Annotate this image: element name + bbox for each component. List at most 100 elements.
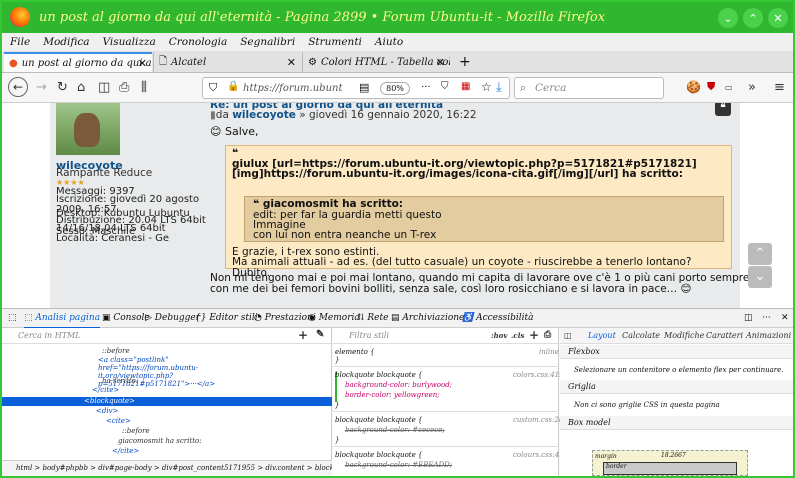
devtools-menu-icon[interactable]: ··· bbox=[762, 313, 771, 323]
ublock-icon[interactable]: ⛊ bbox=[707, 80, 715, 94]
extension-cookie-icon[interactable]: 🍪 bbox=[686, 80, 701, 94]
markup-line[interactable]: <cite> bbox=[106, 417, 131, 425]
tab-label: Rete bbox=[367, 313, 389, 323]
rule-prop-overridden[interactable]: background-color: #cecece; bbox=[345, 426, 445, 434]
dock-icon[interactable]: ◫ bbox=[744, 313, 753, 323]
page-actions-button[interactable]: ··· bbox=[421, 82, 431, 93]
rule-selector: elemento { bbox=[335, 348, 375, 356]
markup-line[interactable]: ::before bbox=[122, 427, 150, 435]
post-author[interactable]: wilecoyote bbox=[232, 109, 296, 121]
overflow-menu-icon[interactable]: » bbox=[748, 80, 756, 95]
tab-animations[interactable]: Animazioni bbox=[746, 331, 791, 340]
tab-accessibility[interactable]: ♿ Accessibilità bbox=[462, 313, 533, 323]
smile-icon: 😊 bbox=[210, 125, 222, 138]
tab-forum[interactable]: ● un post al giorno da qui all'e ✕ bbox=[4, 52, 152, 72]
minimize-button[interactable]: ⌄ bbox=[718, 8, 738, 28]
print-icon[interactable]: ⎙ bbox=[119, 80, 129, 95]
tab-performance[interactable]: ◔ Prestazioni bbox=[254, 313, 316, 323]
rule-prop[interactable]: border-color: yellowgreen; bbox=[345, 391, 440, 399]
add-node-icon[interactable]: + bbox=[298, 328, 308, 342]
forward-button[interactable]: → bbox=[36, 80, 47, 95]
html-search-input[interactable]: Cerca in HTML + ✎ bbox=[2, 328, 331, 344]
new-tab-button[interactable]: + bbox=[454, 52, 476, 72]
element-picker-icon[interactable]: ⬚ bbox=[8, 313, 17, 323]
menu-modifica[interactable]: Modifica bbox=[43, 36, 89, 48]
home-icon[interactable]: ⌂ bbox=[77, 80, 85, 95]
tab-label: Analisi pagina bbox=[35, 313, 101, 323]
tab-network[interactable]: ⇅ Rete bbox=[357, 313, 388, 323]
close-window-button[interactable]: ✕ bbox=[768, 8, 788, 28]
sidebar-toggle-icon[interactable]: ◫ bbox=[564, 331, 572, 340]
gear-favicon-icon: ⚙ bbox=[308, 56, 317, 68]
hov-button[interactable]: :hov bbox=[491, 331, 507, 340]
quote1-author: giulux [url=https://forum.ubuntu-it.org/… bbox=[232, 157, 697, 180]
menu-file[interactable]: File bbox=[10, 36, 30, 48]
eyedropper-icon[interactable]: ✎ bbox=[316, 329, 324, 340]
markup-line-selected[interactable]: <blockquote> bbox=[84, 397, 135, 405]
flag-icon[interactable]: ▦ bbox=[461, 81, 470, 92]
scroll-down-button[interactable]: ⌄ bbox=[748, 266, 772, 288]
url-bar[interactable]: ⛉ 🔒 https://forum.ubuntu-it.org/viewtopi… bbox=[202, 77, 510, 99]
extension-icon[interactable]: ▭ bbox=[725, 83, 733, 92]
tab-debugger[interactable]: ▷ Debugger bbox=[145, 313, 200, 323]
cls-button[interactable]: .cls bbox=[511, 331, 524, 340]
tab-alcatel[interactable]: 🗋 Alcatel ✕ bbox=[153, 52, 301, 72]
markup-line[interactable]: giacomosmit ha scritto: bbox=[118, 437, 202, 445]
tab-storage[interactable]: ▤ Archiviazione bbox=[391, 313, 464, 323]
close-tab-icon[interactable]: ✕ bbox=[287, 56, 296, 69]
tab-changes[interactable]: Modifiche bbox=[664, 331, 704, 340]
ubuntu-favicon-icon: ● bbox=[9, 57, 18, 69]
menu-segnalibri[interactable]: Segnalibri bbox=[240, 36, 295, 48]
markup-line[interactable]: </cite> bbox=[92, 386, 119, 394]
margin-value[interactable]: 18.2667 bbox=[661, 452, 686, 459]
close-tab-icon[interactable]: ✕ bbox=[436, 56, 445, 69]
rule-source[interactable]: colors.css:419 bbox=[513, 371, 564, 379]
screenshot-icon[interactable]: ◫ bbox=[98, 80, 110, 95]
menu-cronologia[interactable]: Cronologia bbox=[169, 36, 227, 48]
quote-button[interactable]: ❝ bbox=[715, 103, 731, 116]
markup-line[interactable]: ::before bbox=[102, 347, 130, 355]
tab-computed[interactable]: Calcolate bbox=[622, 331, 660, 340]
tab-colori[interactable]: ⚙ Colori HTML - Tabella colori ✕ bbox=[302, 52, 450, 72]
tab-style-editor[interactable]: {} Editor stili bbox=[195, 313, 258, 323]
download-icon[interactable]: ⤓ bbox=[496, 80, 502, 95]
maximize-button[interactable]: ⌃ bbox=[743, 8, 763, 28]
pocket-icon[interactable]: ⛉ bbox=[441, 81, 449, 92]
print-media-icon[interactable]: ⎙ bbox=[544, 330, 551, 340]
menu-visualizza[interactable]: Visualizza bbox=[103, 36, 156, 48]
markup-line[interactable]: <div> bbox=[96, 407, 118, 415]
tab-memory[interactable]: ◉ Memoria bbox=[308, 313, 360, 323]
add-rule-icon[interactable]: + bbox=[529, 328, 539, 342]
quote1-header: ❝ giulux [url=https://forum.ubuntu-it.org… bbox=[232, 148, 722, 180]
bookmark-star-icon[interactable]: ☆ bbox=[481, 80, 492, 94]
firefox-window: un post al giorno da qui all'eternità - … bbox=[0, 0, 795, 478]
markup-line[interactable]: ha scritto: bbox=[102, 377, 138, 385]
boxmodel-section-header[interactable]: Box model bbox=[560, 416, 793, 430]
hamburger-menu-icon[interactable]: ≡ bbox=[774, 80, 785, 95]
grid-section-header[interactable]: Griglia bbox=[560, 380, 793, 394]
tab-layout[interactable]: Layout bbox=[588, 331, 616, 340]
reader-icon[interactable]: ▤ bbox=[359, 81, 369, 94]
filter-styles-input[interactable]: Filtra stili :hov .cls + ⎙ bbox=[333, 328, 558, 344]
back-button[interactable]: ← bbox=[8, 77, 28, 97]
tab-fonts[interactable]: Caratteri bbox=[706, 331, 743, 340]
rule-prop-overridden[interactable]: background-color: #EBEADD; bbox=[345, 461, 452, 469]
tab-inspector[interactable]: ⬚ Analisi pagina bbox=[24, 313, 101, 329]
rule-prop[interactable]: background-color: burlywood; bbox=[345, 381, 452, 389]
zoom-indicator[interactable]: 80% bbox=[380, 82, 410, 95]
reload-icon[interactable]: ↻ bbox=[57, 80, 68, 95]
close-devtools-icon[interactable]: ✕ bbox=[781, 313, 789, 323]
rule-source[interactable]: inline bbox=[539, 348, 559, 356]
search-input[interactable]: ⌕ Cerca bbox=[514, 77, 664, 99]
close-tab-icon[interactable]: ✕ bbox=[138, 57, 147, 70]
selected-node[interactable] bbox=[2, 397, 332, 406]
menu-strumenti[interactable]: Strumenti bbox=[308, 36, 362, 48]
flexbox-section-header[interactable]: Flexbox bbox=[560, 345, 793, 359]
markup-line[interactable]: </cite> bbox=[112, 447, 139, 455]
menu-aiuto[interactable]: Aiuto bbox=[375, 36, 403, 48]
breadcrumb[interactable]: html > body#phpbb > div#page-body > div#… bbox=[2, 460, 332, 476]
tab-console[interactable]: ▣ Console bbox=[102, 313, 150, 323]
scroll-up-button[interactable]: ⌃ bbox=[748, 243, 772, 265]
library-icon[interactable]: ⫼ bbox=[141, 80, 147, 95]
search-html-placeholder: Cerca in HTML bbox=[18, 331, 81, 340]
